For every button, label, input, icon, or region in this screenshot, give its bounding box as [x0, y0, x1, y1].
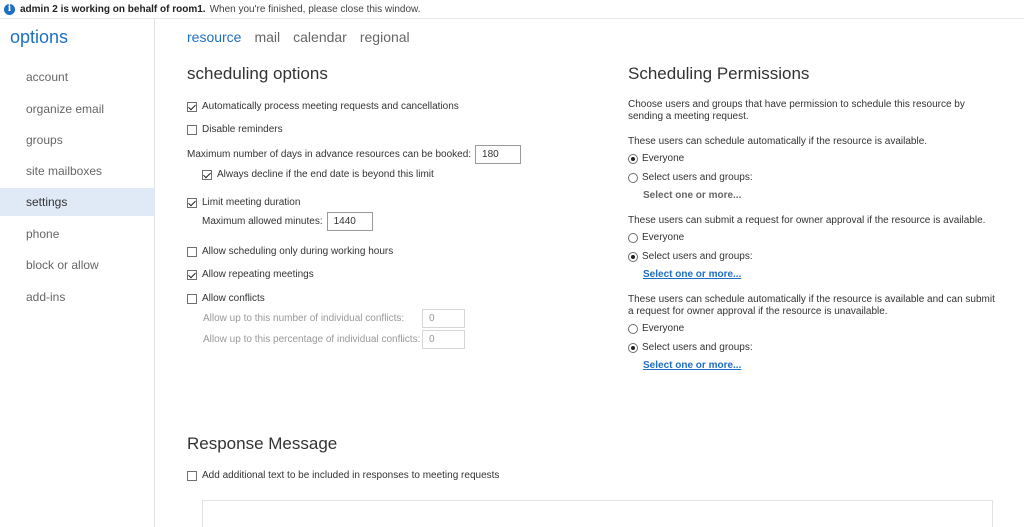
info-icon: i	[4, 3, 15, 15]
group1-select-link[interactable]: Select one or more...	[643, 190, 741, 201]
conflicts-option[interactable]: Allow conflicts	[187, 293, 265, 304]
group1-select-option[interactable]: Select users and groups:	[628, 172, 753, 183]
settings-tabs: resource mail calendar regional	[187, 29, 410, 45]
always-decline-option[interactable]: Always decline if the end date is beyond…	[202, 169, 434, 180]
scheduling-permissions-heading: Scheduling Permissions	[628, 64, 810, 83]
add-text-option[interactable]: Add additional text to be included in re…	[187, 470, 499, 481]
nav-item-settings[interactable]: settings	[0, 188, 155, 216]
max-days-row: Maximum number of days in advance resour…	[187, 145, 522, 164]
scheduling-options-heading: scheduling options	[187, 64, 328, 83]
group3-everyone-label: Everyone	[642, 323, 685, 334]
group1-select-label: Select users and groups:	[642, 172, 753, 183]
group3-select-radio[interactable]	[628, 342, 638, 353]
disable-reminders-option[interactable]: Disable reminders	[187, 124, 283, 135]
group2-everyone-radio[interactable]	[628, 232, 638, 243]
group2-select-label: Select users and groups:	[642, 251, 753, 262]
add-text-checkbox[interactable]	[187, 470, 197, 481]
group3-select-link[interactable]: Select one or more...	[643, 360, 741, 371]
group1-everyone-option[interactable]: Everyone	[628, 153, 684, 164]
max-minutes-label: Maximum allowed minutes:	[202, 216, 323, 227]
group2-select-option[interactable]: Select users and groups:	[628, 251, 753, 262]
permissions-intro: Choose users and groups that have permis…	[628, 99, 965, 122]
limit-duration-label: Limit meeting duration	[202, 197, 301, 208]
group3-select-option[interactable]: Select users and groups:	[628, 342, 753, 353]
delegate-info-text: When you're finished, please close this …	[209, 3, 421, 15]
auto-process-checkbox[interactable]	[187, 101, 197, 112]
conflict-percent-label: Allow up to this percentage of individua…	[203, 334, 421, 345]
group2-select-link[interactable]: Select one or more...	[643, 269, 741, 280]
limit-duration-option[interactable]: Limit meeting duration	[187, 197, 300, 208]
nav-item-add-ins[interactable]: add-ins	[0, 283, 155, 311]
disable-reminders-checkbox[interactable]	[187, 124, 197, 135]
working-hours-checkbox[interactable]	[187, 246, 197, 257]
working-hours-label: Allow scheduling only during working hou…	[202, 246, 394, 257]
auto-process-label: Automatically process meeting requests a…	[202, 101, 459, 112]
repeating-checkbox[interactable]	[187, 269, 197, 280]
group1-everyone-radio[interactable]	[628, 153, 638, 164]
response-message-heading: Response Message	[187, 434, 338, 453]
repeating-option[interactable]: Allow repeating meetings	[187, 269, 314, 280]
add-text-label: Add additional text to be included in re…	[202, 470, 500, 481]
working-hours-option[interactable]: Allow scheduling only during working hou…	[187, 246, 393, 257]
group3-everyone-option[interactable]: Everyone	[628, 323, 684, 334]
max-days-label: Maximum number of days in advance resour…	[187, 149, 472, 160]
group1-select-radio[interactable]	[628, 172, 638, 183]
tab-regional[interactable]: regional	[360, 29, 410, 45]
repeating-label: Allow repeating meetings	[202, 269, 314, 280]
conflict-number-row: Allow up to this number of individual co…	[203, 309, 465, 328]
limit-duration-checkbox[interactable]	[187, 197, 197, 208]
group3-description: These users can schedule automatically i…	[628, 294, 995, 317]
nav-item-groups[interactable]: groups	[0, 126, 155, 154]
group2-description: These users can submit a request for own…	[628, 215, 986, 226]
group3-everyone-radio[interactable]	[628, 323, 638, 334]
nav-item-organize-email[interactable]: organize email	[0, 95, 155, 123]
group2-everyone-label: Everyone	[642, 232, 685, 243]
always-decline-label: Always decline if the end date is beyond…	[217, 169, 434, 180]
delegate-info-bold: admin 2 is working on behalf of room1.	[20, 3, 206, 15]
nav-item-phone[interactable]: phone	[0, 220, 155, 248]
options-title: options	[10, 27, 69, 47]
max-days-input[interactable]: 180	[475, 145, 522, 164]
conflict-number-label: Allow up to this number of individual co…	[203, 313, 405, 324]
auto-process-option[interactable]: Automatically process meeting requests a…	[187, 101, 459, 112]
group3-select-label: Select users and groups:	[642, 342, 753, 353]
tab-resource[interactable]: resource	[187, 29, 241, 45]
group2-select-radio[interactable]	[628, 251, 638, 262]
conflicts-checkbox[interactable]	[187, 293, 197, 304]
nav-item-block-or-allow[interactable]: block or allow	[0, 251, 155, 279]
always-decline-checkbox[interactable]	[202, 169, 212, 180]
nav-item-account[interactable]: account	[0, 63, 155, 91]
tab-calendar[interactable]: calendar	[293, 29, 347, 45]
delegate-info-bar: i admin 2 is working on behalf of room1.…	[0, 0, 1024, 19]
conflict-number-input[interactable]: 0	[422, 309, 465, 328]
response-message-textarea[interactable]	[202, 500, 993, 527]
tab-mail[interactable]: mail	[254, 29, 280, 45]
group1-everyone-label: Everyone	[642, 153, 685, 164]
group2-everyone-option[interactable]: Everyone	[628, 232, 684, 243]
group1-description: These users can schedule automatically i…	[628, 136, 928, 147]
disable-reminders-label: Disable reminders	[202, 124, 283, 135]
conflict-percent-row: Allow up to this percentage of individua…	[203, 330, 465, 349]
conflict-percent-input[interactable]: 0	[422, 330, 465, 349]
max-minutes-row: Maximum allowed minutes: 1440	[202, 212, 373, 231]
max-minutes-input[interactable]: 1440	[326, 212, 373, 231]
conflicts-label: Allow conflicts	[202, 293, 265, 304]
nav-item-site-mailboxes[interactable]: site mailboxes	[0, 157, 155, 185]
left-navigation: options account organize email groups si…	[0, 19, 155, 527]
